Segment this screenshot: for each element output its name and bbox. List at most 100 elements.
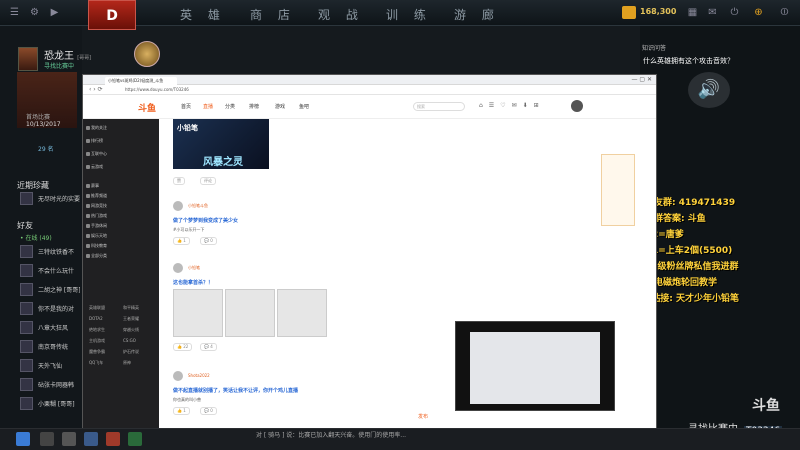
post-username[interactable]: 小铅笔斗鱼 [188,203,208,209]
recent-item[interactable]: 无尽时光的实要 [17,191,81,208]
header-icons-icon[interactable]: ⌂☰♡✉⬇⊞ [479,102,545,109]
post-username[interactable]: Shota2022 [188,373,210,378]
category-link[interactable]: 炉石传说 [123,349,155,355]
friend-row[interactable]: 八章大狂风 [17,320,81,337]
nav-arcade[interactable]: 游 廊 [454,6,500,23]
friend-row[interactable]: 天外飞仙 [17,358,81,375]
banner-like-button[interactable]: 赞 [173,177,185,185]
post-title[interactable]: 做不起直播就别播了，笑话让我不让评，你开个鸡儿直播 [173,387,298,394]
like-button[interactable]: 👍 22 [173,343,193,351]
category-link[interactable]: 和平精英 [123,305,155,311]
post-thumbnail[interactable] [173,289,223,337]
site-nav-games[interactable]: 游戏 [275,103,285,110]
site-logo[interactable]: 斗鱼 [138,101,156,114]
post-avatar[interactable] [173,201,183,211]
friend-row[interactable]: 三特纹铁香不 [17,244,81,261]
browser-tab[interactable]: 小铅笔vs斑鸠(D2)轻度测_斗鱼 [105,77,177,85]
publish-button[interactable]: 发布 [418,413,428,420]
app-icon[interactable] [84,432,98,446]
plus-icon[interactable]: ⊕ [752,6,765,19]
sidebar-menu-item[interactable]: 推荐频道 [91,193,107,199]
friend-row[interactable]: 你不是我的对 [17,301,81,318]
sidebar-menu-item[interactable]: 手游休闲 [91,223,107,229]
sidebar-menu-item[interactable]: 云游戏 [91,164,103,170]
friend-row[interactable]: 不会什么玩什 [17,263,81,280]
post-username[interactable]: 小铅笔 [188,265,200,271]
category-link[interactable]: 主机游戏 [89,338,121,344]
banner-comment-button[interactable]: 评论 [200,177,216,185]
site-nav-rank[interactable]: 排榜 [249,103,259,110]
nav-arrows-icon[interactable]: ‹ › ⟳ [89,86,103,93]
category-link[interactable]: 英雄联盟 [89,305,121,311]
sidebar-menu-item[interactable]: 全部分类 [91,253,107,259]
nav-heroes[interactable]: 英 雄 [180,6,226,23]
site-nav-home[interactable]: 首页 [181,103,191,110]
category-link[interactable]: DOTA2 [89,316,121,321]
post-title[interactable]: 这也能拿首杀？！ [173,279,213,286]
speaker-icon[interactable]: 🔊 [688,72,730,108]
user-avatar[interactable] [571,100,583,112]
category-link[interactable]: 原神 [123,360,155,366]
friends-online-count[interactable]: • 在线 (49) [17,232,81,242]
sidebar-menu-item[interactable]: 我的关注 [91,125,107,131]
post-title[interactable]: 做了个梦梦到我变成了美少女 [173,217,238,224]
nav-learn[interactable]: 训 练 [386,6,432,23]
app-icon[interactable] [62,432,76,446]
qr-widget[interactable] [601,154,635,226]
category-link[interactable]: 魔兽争霸 [89,349,121,355]
friend-row[interactable]: 砧张卡网器韩 [17,377,81,394]
comment-button[interactable]: 💬 4 [200,343,217,351]
post-avatar[interactable] [173,371,183,381]
app-icon[interactable] [106,432,120,446]
arrow-icon[interactable]: ▶ [48,6,61,19]
app-icon[interactable] [128,432,142,446]
friends-icon[interactable]: ▦ [686,6,699,19]
post-avatar[interactable] [173,263,183,273]
category-link[interactable]: 王者荣耀 [123,316,155,322]
post-banner-image[interactable]: 小铅笔 风暴之灵 [173,119,269,169]
post-thumbnail[interactable] [277,289,327,337]
sidebar-menu-item[interactable]: 热门游戏 [91,213,107,219]
sidebar-menu-item[interactable]: 娱乐天地 [91,233,107,239]
like-button[interactable]: 👍 1 [173,237,190,245]
menu-icon [86,254,90,258]
site-nav-live[interactable]: 直播 [203,103,213,110]
sidebar-menu-item[interactable]: 赛事 [91,183,99,189]
nav-watch[interactable]: 观 战 [318,6,364,23]
url-input[interactable]: https://www.douyu.com/T03246 [125,87,189,92]
sidebar-menu-item[interactable]: 互联中心 [91,151,107,157]
sidebar-menu-item[interactable]: 网游竞技 [91,203,107,209]
chat-line: 水友群: 419471439 [645,198,736,208]
mail-icon[interactable]: ✉ [706,6,719,19]
sidebar-menu-item[interactable]: 排行榜 [91,138,103,144]
menu-icon [86,126,90,130]
post-thumbnail[interactable] [225,289,275,337]
like-button[interactable]: 👍 1 [173,407,190,415]
category-link[interactable]: 穿越火线 [123,327,155,333]
dota-logo[interactable]: D [88,0,136,30]
stream-preview-video[interactable] [455,321,615,411]
category-link[interactable]: CS:GO [123,338,155,343]
friend-row[interactable]: 二胡之神 [哥哥] [17,282,81,299]
sidebar-menu-item[interactable]: 科技教育 [91,243,107,249]
site-nav-category[interactable]: 分类 [225,103,235,110]
post-body: 你也真的叫小兽 [173,397,201,402]
banner-subtitle: 小铅笔 [177,124,198,132]
comment-button[interactable]: 💬 0 [200,407,217,415]
hamburger-icon[interactable]: ☰ [8,6,21,19]
friend-row[interactable]: 小栗糊 [哥哥] [17,396,81,413]
friend-row[interactable]: 南京哥传统 [17,339,81,356]
app-icon[interactable] [40,432,54,446]
window-controls-icon[interactable]: — ▢ ✕ [631,76,652,83]
site-nav-fishbar[interactable]: 鱼吧 [299,103,309,110]
nav-store[interactable]: 商 店 [250,6,296,23]
exit-icon[interactable]: ⏻ [728,6,741,19]
comment-button[interactable]: 💬 0 [200,237,217,245]
category-link[interactable]: 绝地求生 [89,327,121,333]
avatar[interactable] [18,47,38,71]
gear-icon[interactable]: ⚙ [28,6,41,19]
power-icon[interactable]: ⏼ [778,6,791,19]
windows-start-icon[interactable] [16,432,30,446]
category-link[interactable]: QQ飞车 [89,360,121,366]
site-search-input[interactable]: 搜索 [413,102,465,111]
